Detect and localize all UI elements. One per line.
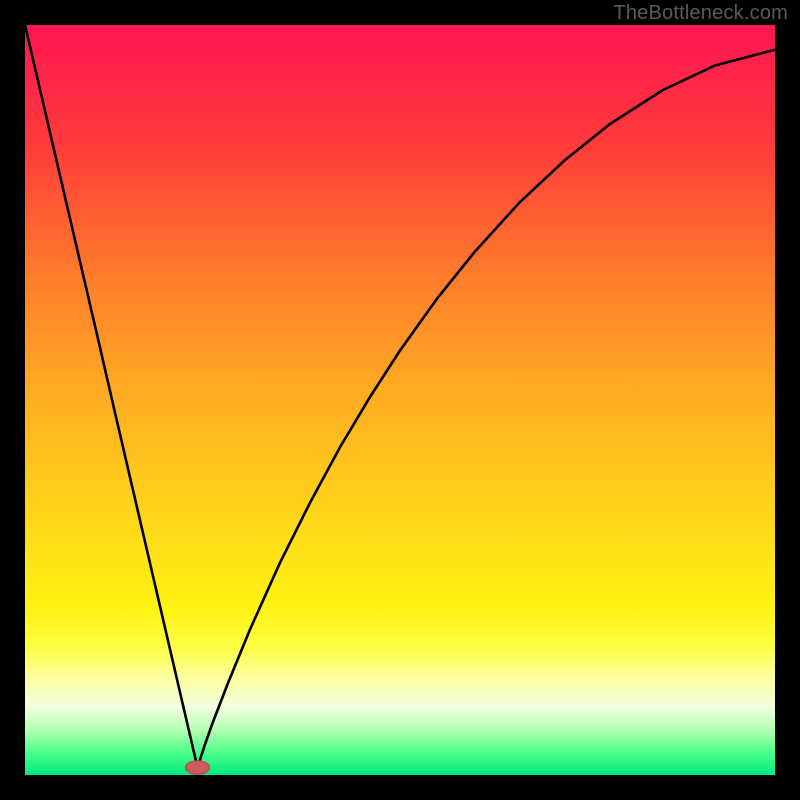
- plot-area: [25, 25, 775, 775]
- bottleneck-curve: [25, 25, 775, 768]
- chart-frame: TheBottleneck.com: [0, 0, 800, 800]
- minimum-marker: [186, 761, 210, 775]
- curve-overlay: [25, 25, 775, 775]
- watermark: TheBottleneck.com: [613, 2, 788, 25]
